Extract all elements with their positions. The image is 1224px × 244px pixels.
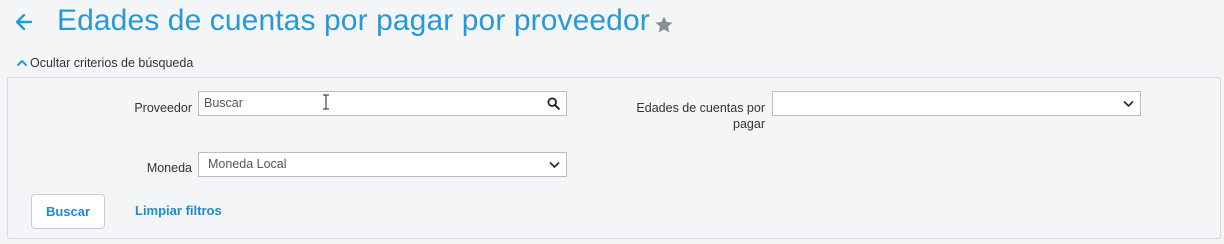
edades-select[interactable] — [772, 91, 1141, 116]
chevron-down-icon — [549, 162, 560, 168]
moneda-label: Moneda — [146, 161, 192, 175]
proveedor-label: Proveedor — [134, 101, 192, 115]
text-cursor-icon — [323, 94, 329, 110]
edades-label-line2: pagar — [733, 117, 765, 131]
page-title: Edades de cuentas por pagar por proveedo… — [57, 4, 650, 37]
search-button[interactable]: Buscar — [31, 194, 105, 229]
search-icon[interactable] — [547, 97, 560, 110]
clear-filters-link[interactable]: Limpiar filtros — [135, 203, 222, 218]
proveedor-input-value: Buscar — [204, 96, 243, 110]
toggle-search-criteria[interactable]: Ocultar criterios de búsqueda — [16, 56, 193, 70]
chevron-down-icon — [1123, 101, 1134, 107]
moneda-select[interactable]: Moneda Local — [198, 152, 567, 177]
chevron-up-icon — [17, 60, 27, 66]
edades-label: Edades de cuentas por pagar — [610, 100, 765, 132]
page-header: Edades de cuentas por pagar por proveedo… — [0, 0, 1224, 50]
toggle-search-criteria-label: Ocultar criterios de búsqueda — [30, 56, 194, 70]
star-icon[interactable] — [654, 15, 674, 35]
arrow-left-icon[interactable] — [14, 10, 34, 34]
proveedor-search-input[interactable]: Buscar — [198, 91, 567, 116]
moneda-select-value: Moneda Local — [208, 157, 287, 171]
edades-label-line1: Edades de cuentas por — [636, 101, 765, 115]
